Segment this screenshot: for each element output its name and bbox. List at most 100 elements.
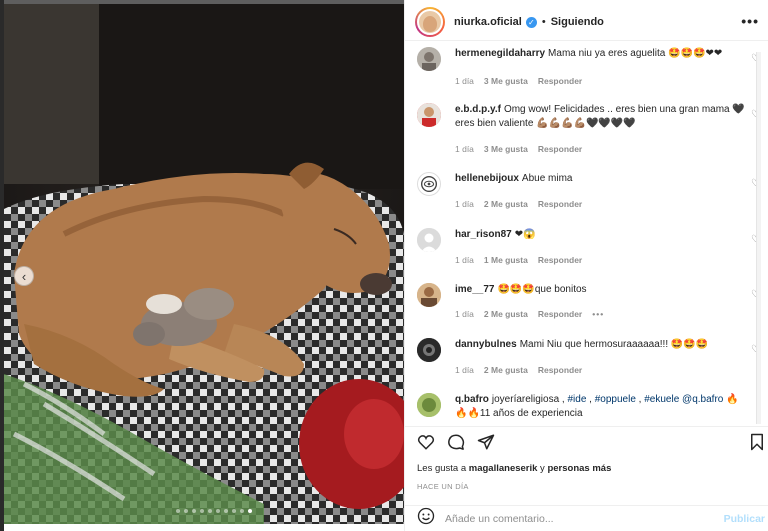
carousel-dot [216, 509, 220, 513]
comment-meta: 1 día 3 Me gusta Responder [455, 76, 582, 86]
heart-icon[interactable] [417, 433, 435, 456]
share-icon[interactable] [477, 433, 495, 456]
comment-text: 🤩🤩🤩que bonitos [497, 284, 587, 295]
chevron-left-icon: ‹ [21, 268, 27, 284]
reply-button[interactable]: Responder [538, 365, 582, 375]
comment-likes[interactable]: 2 Me gusta [484, 365, 528, 375]
carousel-indicator [176, 509, 252, 513]
post-timestamp[interactable]: HACE UN DÍA [417, 482, 469, 491]
comment-text: joyeríareligiosa , [491, 394, 568, 405]
carousel-dot [192, 509, 196, 513]
mention-link[interactable]: @q.bafro [682, 394, 723, 405]
post-photo: ‹ [4, 4, 404, 524]
comment-username[interactable]: e.b.d.p.y.f [455, 104, 501, 115]
post-side-panel: niurka.oficial ✓ • Siguiendo ••• hermene… [404, 0, 768, 531]
comment-likes[interactable]: 3 Me gusta [484, 76, 528, 86]
carousel-prev-button[interactable]: ‹ [14, 266, 34, 286]
carousel-dot [208, 509, 212, 513]
reply-button[interactable]: Responder [538, 309, 582, 319]
scrollbar-thumb[interactable] [757, 52, 761, 424]
likes-summary: Les gusta a magallaneserik y personas má… [417, 463, 611, 474]
reply-button[interactable]: Responder [538, 199, 582, 209]
avatar-photo [417, 9, 443, 35]
comment-likes[interactable]: 2 Me gusta [484, 199, 528, 209]
comment-time[interactable]: 1 día [455, 365, 474, 375]
comment-time[interactable]: 1 día [455, 309, 474, 319]
following-button[interactable]: Siguiendo [551, 16, 604, 28]
avatar-image-7 [417, 393, 441, 417]
commenter-avatar[interactable] [417, 47, 441, 71]
comment-time[interactable]: 1 día [455, 144, 474, 154]
commenter-avatar[interactable] [417, 338, 441, 362]
post-header: niurka.oficial ✓ • Siguiendo ••• [405, 4, 768, 40]
comment-body: hermenegildaharry Mama niu ya eres agueli… [455, 47, 745, 61]
comment-meta: 1 día 2 Me gusta Responder [455, 199, 582, 209]
author-avatar[interactable] [415, 7, 445, 37]
commenter-avatar[interactable] [417, 228, 441, 252]
dog-photo-illustration [4, 4, 404, 524]
separator-dot: • [541, 16, 546, 28]
comment-time[interactable]: 1 día [455, 76, 474, 86]
reply-button[interactable]: Responder [538, 144, 582, 154]
commenter-avatar[interactable] [417, 393, 441, 417]
author-username[interactable]: niurka.oficial [454, 16, 522, 28]
comment-likes[interactable]: 3 Me gusta [484, 144, 528, 154]
carousel-dot [200, 509, 204, 513]
post-actions [405, 426, 768, 456]
comment-likes[interactable]: 1 Me gusta [484, 255, 528, 265]
commenter-avatar[interactable] [417, 172, 441, 196]
reply-button[interactable]: Responder [538, 255, 582, 265]
commenter-avatar[interactable] [417, 283, 441, 307]
comment-body: q.bafro joyeríareligiosa , #ide , #oppuel… [455, 394, 739, 419]
comment-likes[interactable]: 2 Me gusta [484, 309, 528, 319]
likes-connector: y [537, 463, 548, 474]
comment-meta: 1 día 2 Me gusta Responder ••• [455, 309, 604, 319]
comment-icon[interactable] [447, 433, 465, 456]
comment-body: dannybulnes Mami Niu que hermosuraaaaaa!!… [455, 338, 745, 352]
liker-username[interactable]: magallaneserik [469, 463, 538, 474]
hashtag-link[interactable]: #ekuele [644, 394, 679, 405]
publish-button[interactable]: Publicar [724, 513, 765, 525]
comment-username[interactable]: ime__77 [455, 284, 494, 295]
reply-button[interactable]: Responder [538, 76, 582, 86]
comment-options-icon[interactable]: ••• [592, 309, 604, 319]
comments-scrollbar[interactable] [756, 52, 762, 424]
hashtag-link[interactable]: #oppuele [595, 394, 636, 405]
comments-list: hermenegildaharry Mama niu ya eres agueli… [405, 40, 768, 426]
likes-prefix: Les gusta a [417, 463, 469, 474]
avatar-face [423, 16, 437, 32]
comment-username[interactable]: hermenegildaharry [455, 48, 545, 59]
comment-meta: 1 día 3 Me gusta Responder [455, 144, 582, 154]
carousel-dot [176, 509, 180, 513]
carousel-dot [240, 509, 244, 513]
comment-body: ime__77 🤩🤩🤩que bonitos [455, 283, 745, 297]
comment-username[interactable]: dannybulnes [455, 339, 517, 350]
comment-meta: 1 día 1 Me gusta Responder [455, 255, 582, 265]
save-icon[interactable] [749, 433, 765, 456]
more-options-icon[interactable]: ••• [741, 14, 759, 28]
commenter-avatar[interactable] [417, 103, 441, 127]
add-comment-bar: Publicar [405, 505, 768, 531]
avatar-image-3 [420, 175, 438, 193]
comment-username[interactable]: har_rison87 [455, 229, 512, 240]
comment-text: Mami Niu que hermosuraaaaaa!!! 🤩🤩🤩 [519, 339, 709, 350]
avatar-image-6 [417, 338, 441, 362]
add-comment-input[interactable] [445, 512, 695, 525]
emoji-icon[interactable] [417, 507, 435, 530]
hashtag-link[interactable]: #ide [567, 394, 586, 405]
avatar-image-5 [417, 283, 441, 307]
verified-badge-icon: ✓ [525, 16, 537, 28]
avatar-image-2 [417, 103, 441, 127]
comment-username[interactable]: q.bafro [455, 394, 489, 405]
likes-others-link[interactable]: personas más [547, 463, 611, 474]
comment-username[interactable]: hellenebijoux [455, 173, 519, 184]
comment-body: e.b.d.p.y.f Omg wow! Felicidades .. eres … [455, 103, 745, 131]
comment-time[interactable]: 1 día [455, 255, 474, 265]
carousel-dot [248, 509, 252, 513]
comment-time[interactable]: 1 día [455, 199, 474, 209]
avatar-image-1 [417, 47, 441, 71]
comment-text: Mama niu ya eres aguelita 🤩🤩🤩❤❤ [548, 48, 723, 59]
default-avatar-icon [417, 228, 441, 252]
carousel-dot [184, 509, 188, 513]
comment-body: hellenebijoux Abue mima [455, 172, 745, 186]
